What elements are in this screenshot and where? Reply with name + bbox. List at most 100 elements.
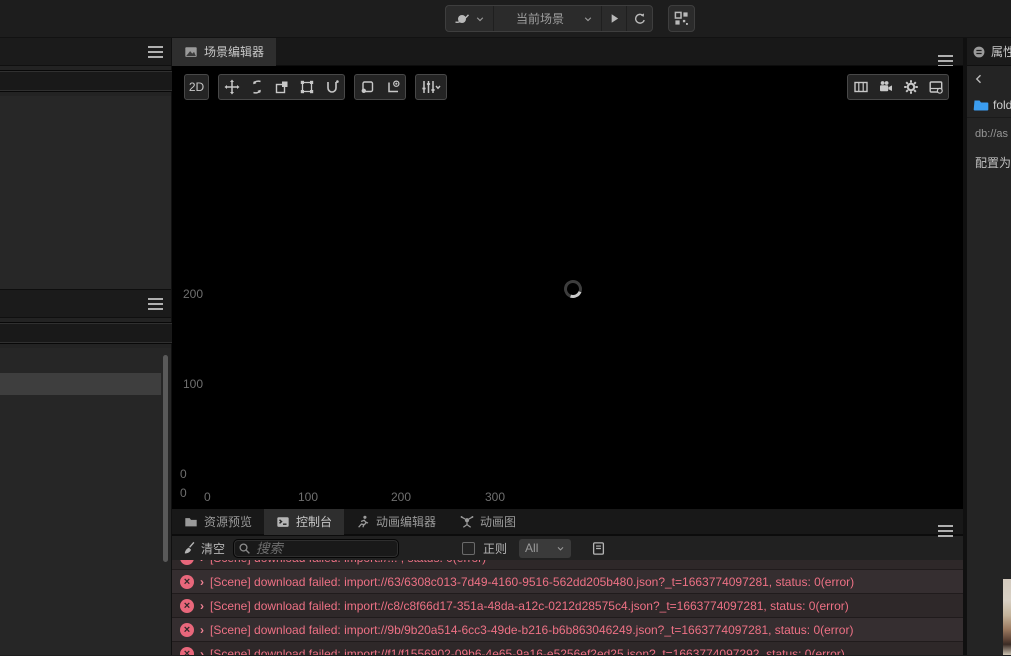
error-icon: × <box>180 598 194 613</box>
console-search-input[interactable] <box>233 538 400 558</box>
play-icon <box>608 12 621 25</box>
menu-icon[interactable] <box>148 50 163 53</box>
tab-label: 场景编辑器 <box>204 45 265 59</box>
regex-checkbox[interactable] <box>462 541 476 555</box>
scene-viewport[interactable]: 2D 200 100 0 0 0 100 200 300 <box>172 66 963 510</box>
gizmo-options-group <box>415 74 447 100</box>
scene-toolbar: 2D <box>184 74 447 100</box>
tab-scene-editor[interactable]: 场景编辑器 <box>172 37 277 66</box>
scene-image-icon <box>184 45 198 59</box>
inspector-tab-label: 属性 <box>991 45 1011 59</box>
rect-tool-icon[interactable] <box>294 75 319 99</box>
selected-asset-header[interactable]: folder <box>967 92 1011 118</box>
hierarchy-search-input[interactable] <box>0 70 187 92</box>
console-clear-button[interactable]: 清空 <box>182 540 225 557</box>
tab-label: 动画编辑器 <box>376 515 437 530</box>
error-icon: × <box>180 622 194 637</box>
graph-icon <box>460 515 474 529</box>
hierarchy-tree[interactable] <box>0 96 171 290</box>
asset-path: db://as <box>975 128 1009 140</box>
chevron-down-icon <box>475 14 485 24</box>
grid-view-icon[interactable] <box>848 75 873 99</box>
tab-asset-preview[interactable]: 资源预览 <box>172 509 264 535</box>
folder-icon <box>184 515 198 529</box>
scene-selector[interactable]: 当前场景 <box>494 6 602 31</box>
sliders-dropdown-icon[interactable] <box>416 75 446 99</box>
menu-icon[interactable] <box>938 530 953 533</box>
menu-icon[interactable] <box>148 302 163 305</box>
console-filter-select[interactable]: All <box>519 538 572 558</box>
tab-animation-editor[interactable]: 动画编辑器 <box>344 509 448 535</box>
console-error-row[interactable]: × › [Scene] download failed: import://c8… <box>172 594 963 619</box>
scene-view-options <box>847 74 949 100</box>
console-log-list[interactable]: × › [Scene] download failed: import://..… <box>172 560 963 655</box>
tab-label: 资源预览 <box>204 515 253 530</box>
move-tool-icon[interactable] <box>219 75 244 99</box>
rotate-tool-icon[interactable] <box>244 75 269 99</box>
runner-icon <box>356 515 370 529</box>
broom-icon <box>182 541 196 555</box>
reload-button[interactable] <box>627 6 652 31</box>
expand-chevron-icon[interactable]: › <box>200 623 204 637</box>
assets-search-input[interactable] <box>0 322 187 344</box>
error-message: [Scene] download failed: import://... , … <box>210 560 486 565</box>
expand-chevron-icon[interactable]: › <box>200 599 204 613</box>
chevron-down-icon <box>583 14 593 24</box>
scene-tabbar: 场景编辑器 <box>172 37 963 66</box>
ruler-y-100: 100 <box>183 377 204 391</box>
error-icon: × <box>180 646 194 655</box>
planet-icon <box>454 11 470 27</box>
error-icon: × <box>180 574 194 589</box>
ruler-x-200: 200 <box>391 490 412 504</box>
assets-search-row <box>0 318 228 348</box>
assets-tree[interactable] <box>0 348 171 655</box>
console-clear-label: 清空 <box>201 541 226 556</box>
tab-label: 动画图 <box>480 515 517 530</box>
tab-animation-graph[interactable]: 动画图 <box>448 509 528 535</box>
console-error-row[interactable]: × › [Scene] download failed: import://9b… <box>172 618 963 643</box>
menu-icon[interactable] <box>938 60 953 62</box>
ruler-origin: 0 <box>180 486 187 500</box>
expand-chevron-icon[interactable]: › <box>200 647 204 655</box>
gizmo-u-tool-icon[interactable] <box>319 75 344 99</box>
log-file-icon[interactable] <box>591 541 606 556</box>
inspector-header: 属性 <box>967 38 1011 66</box>
scene-node-gizmo[interactable] <box>561 277 585 301</box>
panel-export-icon[interactable] <box>923 75 948 99</box>
device-preview-button[interactable] <box>668 5 695 32</box>
assets-scrollbar[interactable] <box>163 355 168 562</box>
platform-select[interactable] <box>446 6 494 31</box>
inspector-back-button[interactable] <box>967 66 1011 92</box>
center-area: 场景编辑器 2D 200 100 0 0 0 100 200 300 资源预览 … <box>172 37 963 655</box>
expand-chevron-icon[interactable]: › <box>200 560 204 565</box>
tab-console[interactable]: 控制台 <box>264 508 345 535</box>
console-error-row[interactable]: × › [Scene] download failed: import://..… <box>172 560 963 571</box>
play-button[interactable] <box>602 6 627 31</box>
hierarchy-search-row <box>0 66 207 96</box>
scale-tool-icon[interactable] <box>269 75 294 99</box>
console-error-row[interactable]: × › [Scene] download failed: import://63… <box>172 570 963 595</box>
ruler-x-100: 100 <box>298 490 319 504</box>
console-error-row[interactable]: × › [Scene] download failed: import://f1… <box>172 642 963 655</box>
error-icon: × <box>180 560 194 565</box>
gear-icon[interactable] <box>898 75 923 99</box>
left-panels <box>0 38 228 655</box>
search-icon <box>238 542 251 555</box>
expand-chevron-icon[interactable]: › <box>200 575 204 589</box>
assets-panel-header <box>0 290 171 318</box>
selected-asset-row[interactable] <box>0 373 161 395</box>
error-message: [Scene] download failed: import://c8/c8f… <box>210 598 849 613</box>
ruler-x-300: 300 <box>485 490 506 504</box>
toggle-2d-button[interactable]: 2D <box>184 74 209 100</box>
ruler-y-0: 0 <box>180 467 187 481</box>
camera-icon[interactable] <box>873 75 898 99</box>
inspector-panel: 属性 folder db://as 配置为 <box>963 38 1011 655</box>
pivot-corner-icon[interactable] <box>355 75 380 99</box>
run-controls-group: 当前场景 <box>445 5 653 32</box>
top-toolbar: 当前场景 <box>0 0 1011 38</box>
ruler-x-0: 0 <box>204 490 211 504</box>
local-coords-icon[interactable] <box>380 75 405 99</box>
terminal-icon <box>276 515 290 529</box>
qr-code-icon <box>674 11 689 26</box>
console-toolbar: 清空 正则 All <box>172 535 963 561</box>
